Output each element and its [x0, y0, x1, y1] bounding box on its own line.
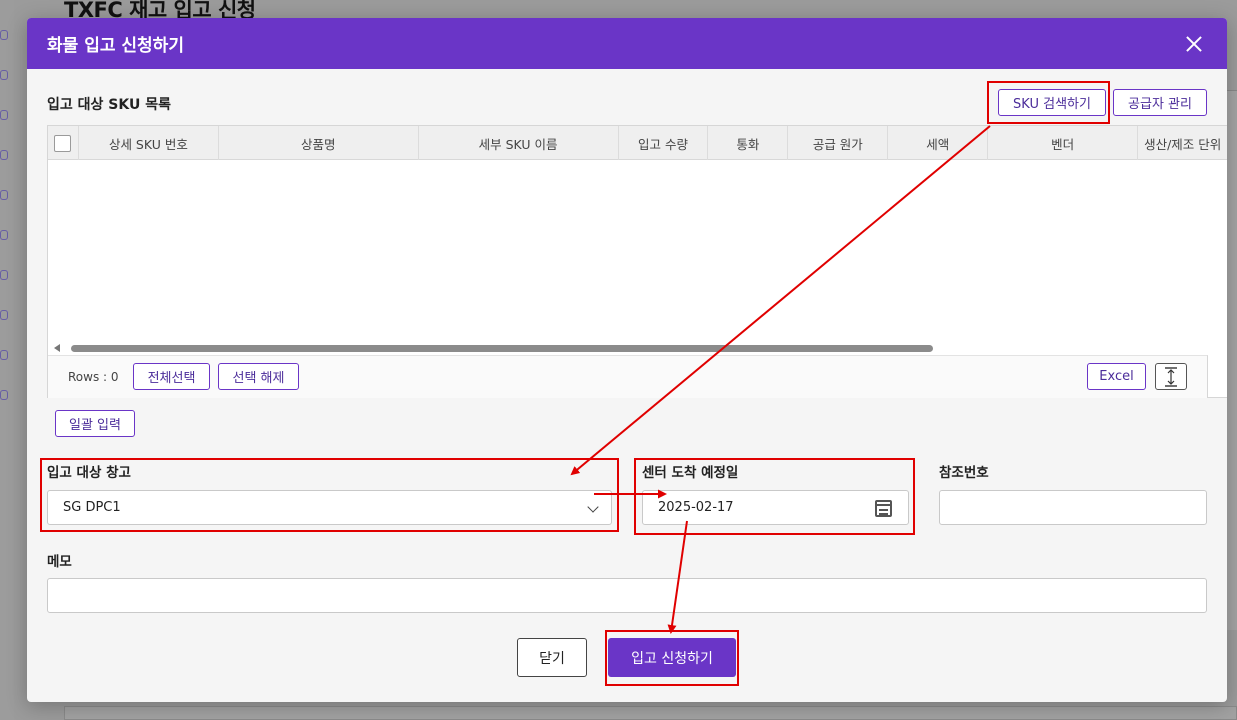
close-button[interactable]: 닫기 [517, 638, 587, 677]
sidebar-icon [0, 110, 8, 120]
column-header[interactable]: 입고 수량 [619, 126, 709, 160]
horizontal-scrollbar[interactable] [54, 342, 1226, 354]
memo-label: 메모 [47, 554, 72, 570]
grid-header: 상세 SKU 번호 상품명 세부 SKU 이름 입고 수량 통화 공급 원가 세… [48, 126, 1227, 160]
memo-input[interactable] [47, 578, 1207, 613]
scrollbar-thumb[interactable] [71, 345, 933, 352]
modal-header: 화물 입고 신청하기 [27, 18, 1227, 69]
column-header[interactable]: 상세 SKU 번호 [79, 126, 219, 160]
sidebar-icon [0, 350, 8, 360]
column-header[interactable]: 세부 SKU 이름 [419, 126, 619, 160]
bulk-input-button[interactable]: 일괄 입력 [55, 410, 135, 437]
background-sidebar [0, 0, 14, 720]
annotation-box [40, 458, 619, 532]
header-checkbox-cell [48, 126, 79, 160]
sku-grid: 상세 SKU 번호 상품명 세부 SKU 이름 입고 수량 통화 공급 원가 세… [47, 125, 1227, 398]
sidebar-icon [0, 310, 8, 320]
supplier-manage-button[interactable]: 공급자 관리 [1113, 89, 1207, 116]
sidebar-icon [0, 390, 8, 400]
scroll-left-icon[interactable] [54, 344, 60, 352]
background-bottom-bar [64, 706, 1237, 720]
modal-title: 화물 입고 신청하기 [47, 36, 184, 56]
select-all-button[interactable]: 전체선택 [133, 363, 210, 390]
column-header[interactable]: 세액 [888, 126, 989, 160]
reference-label: 참조번호 [939, 465, 989, 481]
sidebar-icon [0, 190, 8, 200]
sidebar-icon [0, 270, 8, 280]
column-header[interactable]: 공급 원가 [788, 126, 889, 160]
column-header[interactable]: 통화 [708, 126, 789, 160]
sidebar-icon [0, 230, 8, 240]
background-panel [1227, 90, 1237, 630]
grid-footer: Rows : 0 전체선택 선택 해제 Excel [48, 355, 1208, 398]
row-height-button[interactable] [1155, 363, 1187, 390]
column-header[interactable]: 벤더 [988, 126, 1139, 160]
excel-button[interactable]: Excel [1087, 363, 1146, 390]
annotation-box [634, 458, 915, 535]
rows-count: Rows : 0 [68, 370, 119, 384]
column-header[interactable]: 생산/제조 단위 [1138, 126, 1227, 160]
grid-body [48, 160, 1227, 342]
sku-section-title: 입고 대상 SKU 목록 [47, 97, 171, 113]
row-height-icon [1165, 366, 1177, 387]
sidebar-icon [0, 150, 8, 160]
sidebar-icon [0, 70, 8, 80]
deselect-button[interactable]: 선택 해제 [218, 363, 299, 390]
sidebar-icon [0, 30, 8, 40]
close-icon[interactable] [1181, 31, 1207, 57]
annotation-box [605, 630, 739, 686]
column-header[interactable]: 상품명 [219, 126, 419, 160]
annotation-box [987, 81, 1110, 124]
select-all-checkbox[interactable] [54, 134, 72, 152]
reference-input[interactable] [939, 490, 1207, 525]
